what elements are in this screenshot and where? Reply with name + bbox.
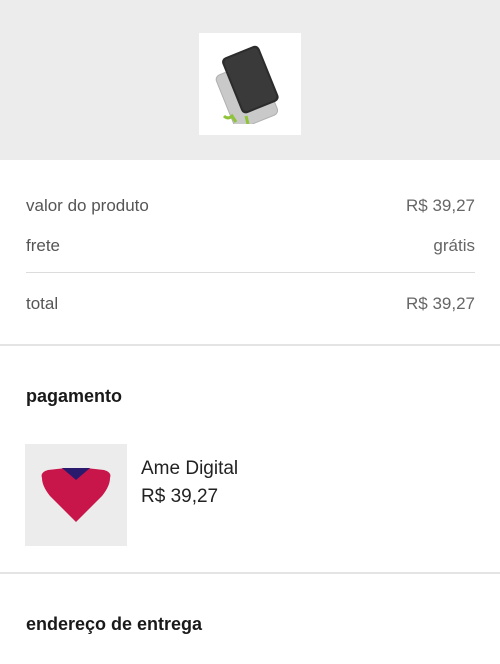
summary-divider bbox=[26, 272, 475, 273]
product-value-row: valor do produto R$ 39,27 bbox=[26, 196, 475, 216]
product-value: R$ 39,27 bbox=[406, 196, 475, 215]
power-bank-icon bbox=[215, 45, 279, 124]
payment-method-logo[interactable] bbox=[25, 444, 127, 546]
total-label: total bbox=[26, 294, 59, 313]
payment-method-name: Ame Digital bbox=[141, 458, 239, 479]
address-section-title: endereço de entrega bbox=[26, 614, 203, 634]
shipping-label: frete bbox=[26, 236, 61, 255]
section-divider bbox=[0, 344, 500, 346]
product-banner bbox=[0, 0, 500, 160]
product-value-label: valor do produto bbox=[26, 196, 149, 215]
product-image[interactable] bbox=[199, 33, 301, 135]
order-summary: valor do produto R$ 39,27 frete grátis t… bbox=[0, 160, 500, 346]
total-row: total R$ 39,27 bbox=[26, 294, 475, 314]
ame-digital-heart-icon bbox=[41, 468, 111, 522]
total-value: R$ 39,27 bbox=[406, 294, 475, 313]
shipping-value: grátis bbox=[433, 236, 475, 255]
payment-amount: R$ 39,27 bbox=[141, 486, 219, 507]
section-divider bbox=[0, 572, 500, 574]
shipping-row: frete grátis bbox=[26, 236, 475, 256]
payment-section-title: pagamento bbox=[26, 386, 123, 406]
